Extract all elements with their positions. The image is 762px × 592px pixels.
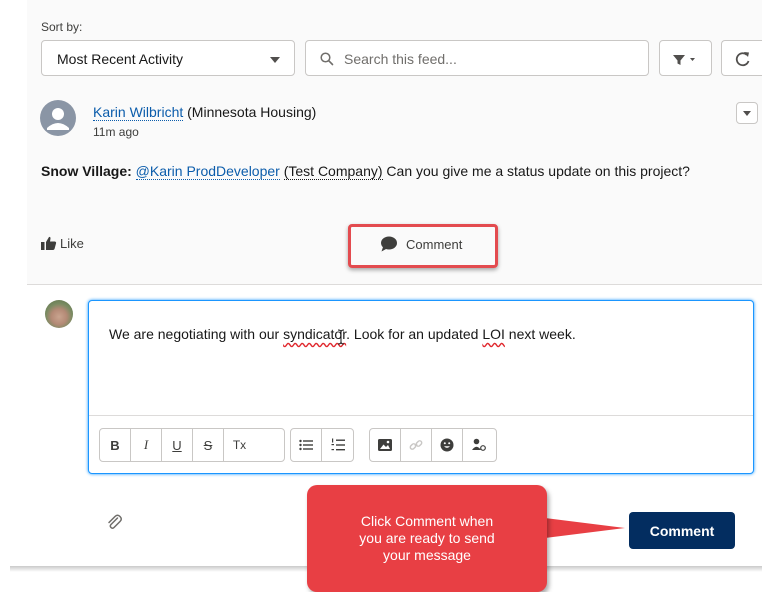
- numbered-list-button[interactable]: [322, 429, 353, 461]
- attach-file-button[interactable]: [106, 514, 124, 537]
- strikethrough-label: S: [203, 437, 213, 453]
- toolbar-divider: [89, 415, 753, 416]
- italic-label: I: [143, 437, 149, 452]
- record-name[interactable]: Snow Village:: [41, 163, 132, 179]
- callout-line-2: you are ready to send: [359, 530, 495, 546]
- chevron-down-icon: [743, 111, 751, 116]
- post-timestamp[interactable]: 11m ago: [93, 125, 139, 139]
- emoji-icon: [440, 438, 454, 452]
- comment-text-part: next week.: [504, 326, 576, 342]
- text-cursor-icon: [337, 329, 345, 345]
- italic-button[interactable]: I: [131, 429, 162, 461]
- list-toolbar-group: [290, 428, 354, 462]
- comment-editor[interactable]: We are negotiating with our syndicator. …: [88, 300, 754, 474]
- insert-toolbar-group: [369, 428, 497, 462]
- instruction-callout: Click Comment when you are ready to send…: [307, 485, 547, 592]
- sort-select[interactable]: Most Recent Activity: [41, 40, 295, 76]
- divider: [27, 284, 762, 285]
- mention-user-button[interactable]: [463, 429, 494, 461]
- numbered-list-icon: [331, 438, 345, 451]
- paperclip-icon: [108, 514, 122, 529]
- post-message: Can you give me a status update on this …: [386, 163, 690, 179]
- author-avatar[interactable]: [40, 100, 76, 136]
- image-icon: [378, 439, 392, 451]
- author-link[interactable]: Karin Wilbricht: [93, 104, 184, 121]
- underline-button[interactable]: U: [162, 429, 193, 461]
- format-toolbar-group: B I U S Tx: [99, 428, 285, 462]
- insert-link-button[interactable]: [401, 429, 432, 461]
- submit-comment-button[interactable]: Comment: [629, 512, 735, 549]
- search-feed-input[interactable]: Search this feed...: [305, 40, 649, 76]
- filter-button[interactable]: [659, 40, 712, 76]
- link-icon: [409, 440, 423, 450]
- underline-label: U: [172, 437, 182, 453]
- comment-text-part: . Look for an updated: [346, 326, 483, 342]
- post-author: Karin Wilbricht (Minnesota Housing): [93, 104, 317, 121]
- post-body: Snow Village: @Karin ProdDeveloper (Test…: [41, 163, 690, 180]
- callout-line-1: Click Comment when: [360, 513, 494, 529]
- bold-label: B: [110, 437, 120, 453]
- search-icon: [320, 52, 334, 66]
- sort-select-value: Most Recent Activity: [57, 51, 184, 67]
- like-label: Like: [60, 236, 84, 251]
- emoji-button[interactable]: [432, 429, 463, 461]
- highlight-box: [348, 224, 498, 268]
- post-menu-button[interactable]: [736, 102, 758, 124]
- thumbs-up-icon: [41, 236, 57, 250]
- user-mention-icon: [471, 438, 486, 451]
- author-org: (Minnesota Housing): [187, 104, 317, 120]
- filter-icon: [673, 55, 695, 65]
- bold-button[interactable]: B: [100, 429, 131, 461]
- misspelled-word: LOI: [482, 326, 505, 342]
- user-icon: [47, 108, 69, 130]
- search-placeholder: Search this feed...: [344, 51, 457, 67]
- insert-image-button[interactable]: [370, 429, 401, 461]
- bullet-list-button[interactable]: [291, 429, 322, 461]
- mention-link[interactable]: @Karin ProdDeveloper: [135, 163, 280, 180]
- refresh-button[interactable]: [721, 40, 762, 76]
- chevron-down-icon: [270, 57, 280, 63]
- clear-format-label: Tx: [232, 438, 247, 452]
- comment-text-part: We are negotiating with our: [109, 326, 284, 342]
- clear-format-button[interactable]: Tx: [224, 429, 255, 461]
- bullet-list-icon: [299, 439, 313, 451]
- mention-org: (Test Company): [283, 163, 383, 180]
- strikethrough-button[interactable]: S: [193, 429, 224, 461]
- current-user-avatar: [45, 300, 73, 328]
- tooltip-arrow: [545, 518, 625, 538]
- sort-label: Sort by:: [41, 20, 83, 34]
- refresh-icon: [735, 52, 750, 67]
- callout-line-3: your message: [383, 547, 471, 563]
- like-button[interactable]: Like: [41, 236, 84, 251]
